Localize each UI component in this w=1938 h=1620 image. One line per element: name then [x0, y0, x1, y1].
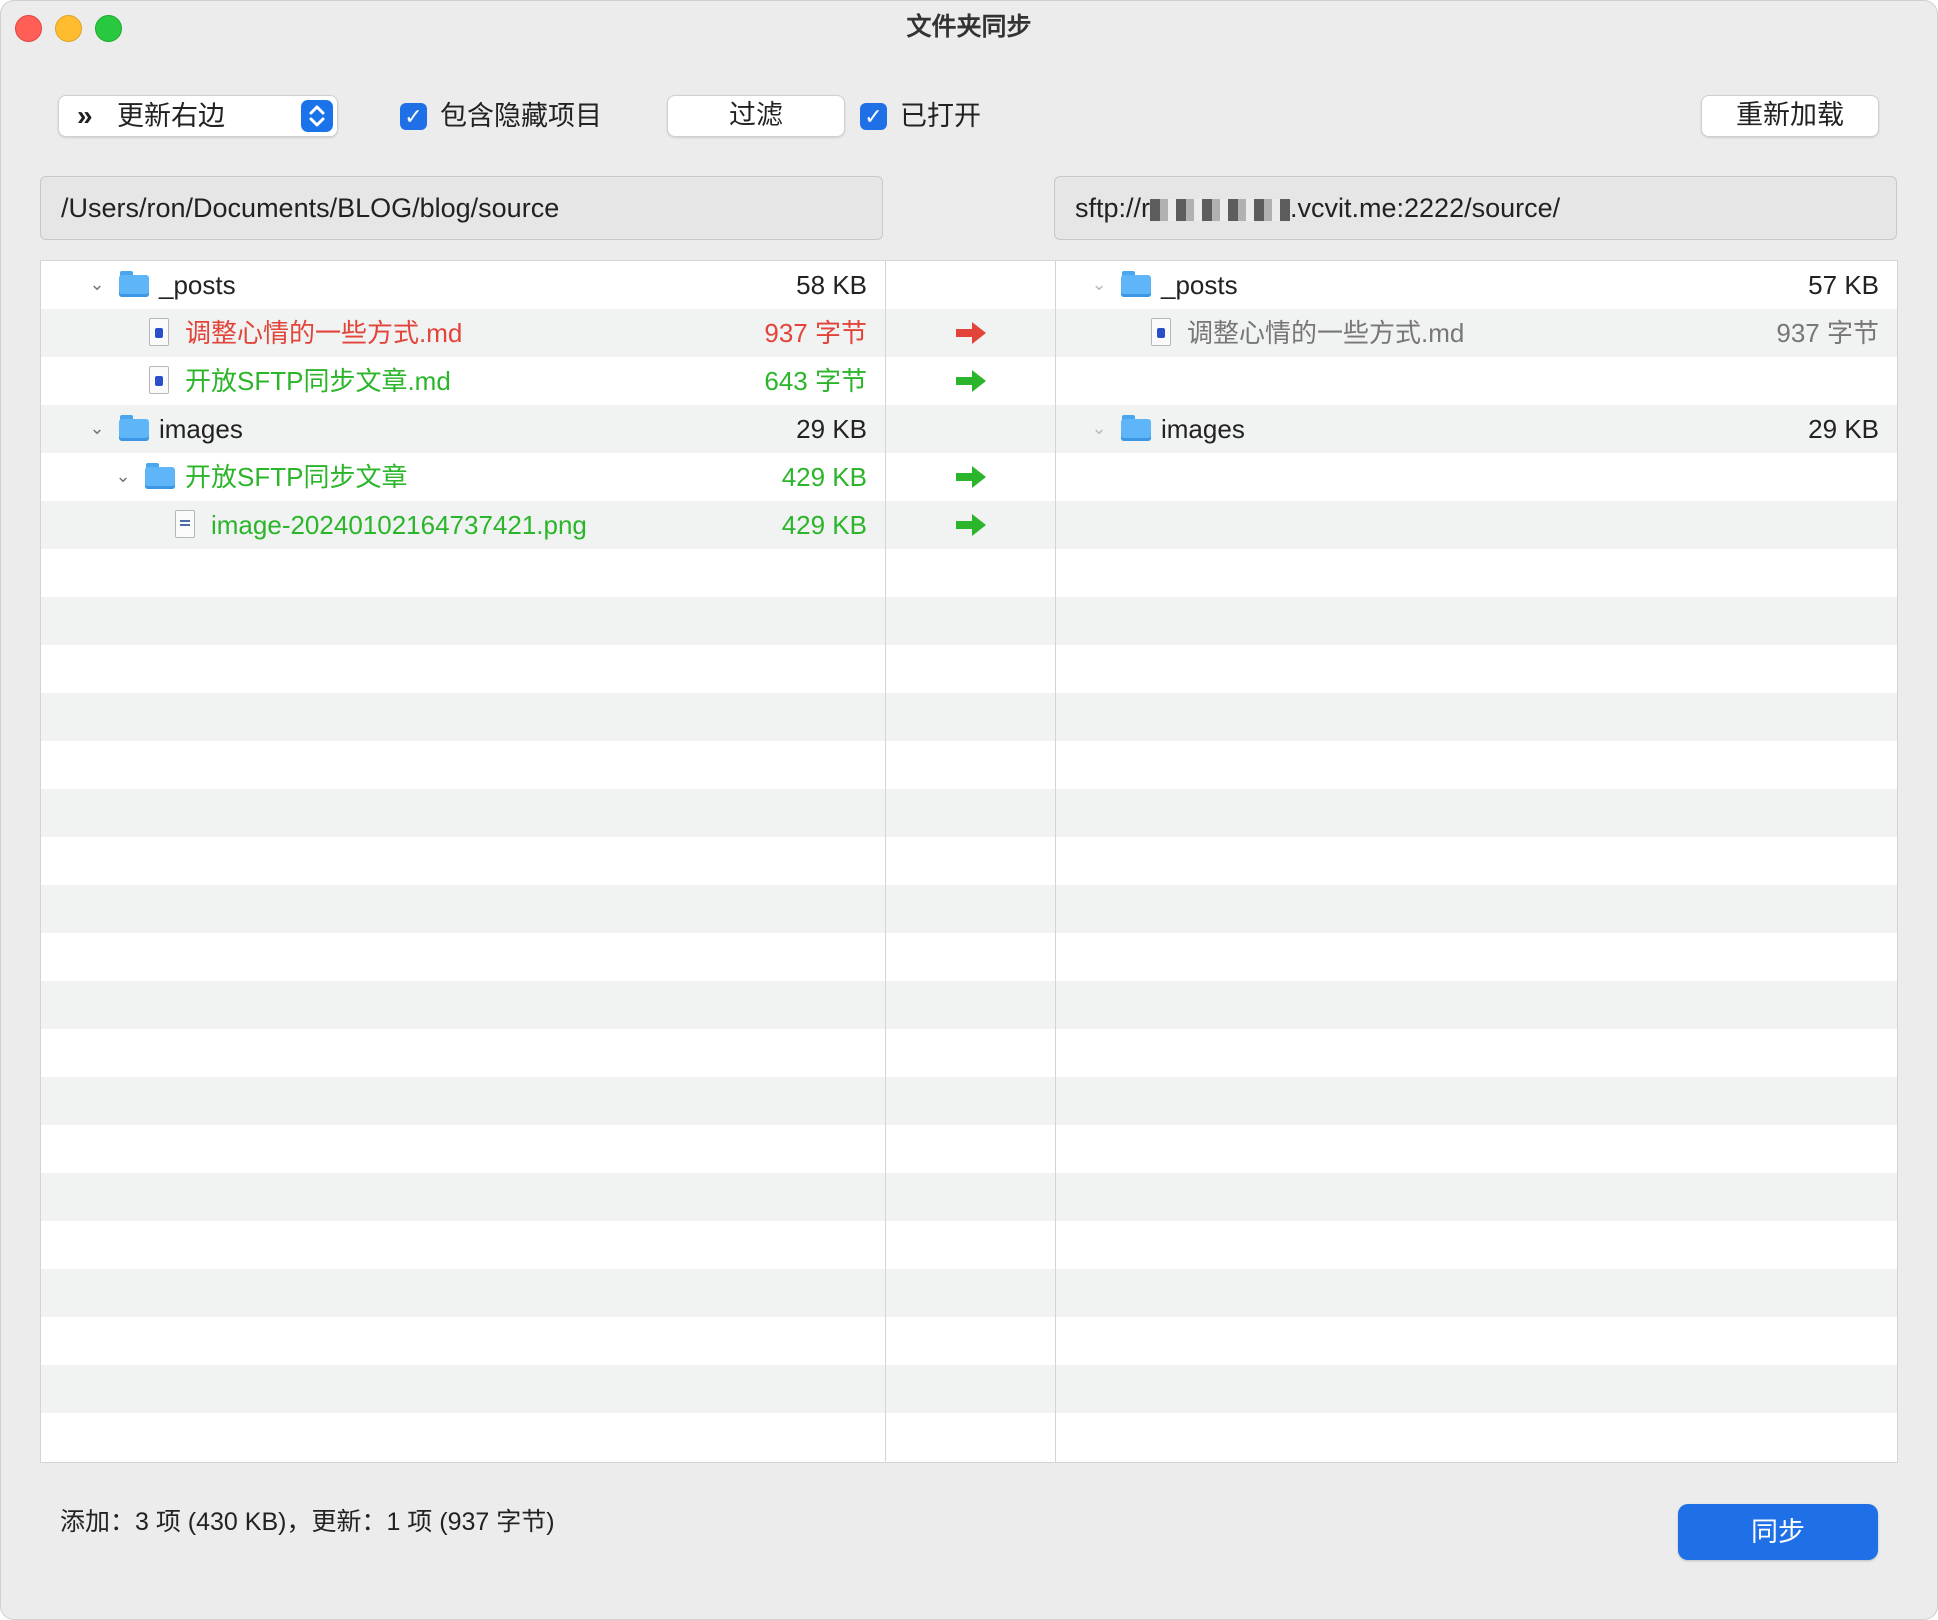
item-size: 937 字节 — [1776, 318, 1879, 348]
item-size: 643 字节 — [764, 366, 867, 396]
window-title: 文件夹同步 — [906, 13, 1032, 41]
file-row[interactable]: 调整心情的一些方式.md 937 字节 — [1056, 309, 1897, 357]
markdown-file-icon — [149, 366, 169, 394]
left-file-tree[interactable]: ⌄ _posts 58 KB 调整心情的一些方式.md 937 字节开放SFTP同步文章… — [40, 260, 886, 1463]
item-name: 开放SFTP同步文章.md — [185, 366, 451, 396]
filter-enabled-label: 已打开 — [900, 101, 981, 131]
folder-icon — [119, 271, 149, 297]
left-path-text: /Users/ron/Documents/BLOG/blog/source — [61, 193, 560, 223]
item-name: 开放SFTP同步文章 — [185, 462, 408, 492]
disclosure-chevron-icon[interactable]: ⌄ — [87, 418, 107, 438]
double-chevron-right-icon: » — [77, 100, 93, 131]
folder-row[interactable]: ⌄ _posts 58 KB — [41, 261, 885, 309]
right-file-tree[interactable]: ⌄ _posts 57 KB 调整心情的一些方式.md 937 字节 ⌄ images 29 … — [1055, 260, 1898, 1463]
markdown-file-icon — [149, 318, 169, 346]
item-name: image-20240102164737421.png — [211, 510, 587, 540]
right-path-field[interactable]: sftp://r .vcvit.me:2222/source/ — [1054, 176, 1897, 240]
disclosure-chevron-icon[interactable]: ⌄ — [1089, 418, 1109, 438]
include-hidden-label: 包含隐藏项目 — [440, 101, 602, 131]
sync-button[interactable]: 同步 — [1678, 1504, 1878, 1560]
folder-row[interactable]: ⌄ 开放SFTP同步文章 429 KB — [41, 453, 885, 501]
file-row[interactable]: 开放SFTP同步文章.md 643 字节 — [41, 357, 885, 405]
redacted-host — [1150, 198, 1291, 221]
filter-button[interactable]: 过滤 — [667, 95, 845, 137]
left-path-field[interactable]: /Users/ron/Documents/BLOG/blog/source — [40, 176, 883, 240]
folder-icon — [145, 463, 175, 489]
sync-mode-popup[interactable]: » 更新右边 — [58, 95, 338, 137]
copy-right-arrow-icon[interactable] — [954, 513, 988, 537]
markdown-file-icon — [1151, 318, 1171, 346]
sync-summary-status: 添加：3 项 (430 KB)，更新：1 项 (937 字节) — [60, 1508, 555, 1536]
copy-right-arrow-icon[interactable] — [954, 321, 988, 345]
reload-button[interactable]: 重新加载 — [1701, 95, 1879, 137]
folder-sync-window: 文件夹同步 » 更新右边 ✓ 包含隐藏项目 过滤 ✓ 已打开 重新加载 /Use… — [0, 0, 1938, 1620]
copy-right-arrow-icon[interactable] — [954, 369, 988, 393]
folder-icon — [1121, 271, 1151, 297]
item-name: _posts — [1161, 270, 1238, 300]
include-hidden-checkbox[interactable]: ✓ — [400, 103, 427, 130]
item-size: 429 KB — [781, 462, 867, 492]
item-size: 29 KB — [1808, 414, 1879, 444]
disclosure-chevron-icon[interactable]: ⌄ — [1089, 274, 1109, 294]
item-name: 调整心情的一些方式.md — [1187, 318, 1465, 348]
right-path-suffix: .vcvit.me:2222/source/ — [1290, 193, 1561, 223]
folder-row[interactable]: ⌄ _posts 57 KB — [1056, 261, 1897, 309]
folder-row[interactable]: ⌄ images 29 KB — [41, 405, 885, 453]
filter-enabled-checkbox[interactable]: ✓ — [860, 103, 887, 130]
item-name: images — [1161, 414, 1245, 444]
popup-stepper-icon — [301, 100, 333, 132]
disclosure-chevron-icon[interactable]: ⌄ — [87, 274, 107, 294]
file-row[interactable]: 调整心情的一些方式.md 937 字节 — [41, 309, 885, 357]
item-size: 29 KB — [796, 414, 867, 444]
item-name: 调整心情的一些方式.md — [185, 318, 463, 348]
item-size: 429 KB — [781, 510, 867, 540]
file-row[interactable]: image-20240102164737421.png 429 KB — [41, 501, 885, 549]
sync-action-column — [885, 260, 1056, 1463]
disclosure-chevron-icon[interactable]: ⌄ — [113, 466, 133, 486]
copy-right-arrow-icon[interactable] — [954, 465, 988, 489]
image-file-icon — [175, 510, 195, 538]
sync-mode-label: 更新右边 — [117, 101, 225, 131]
item-name: _posts — [159, 270, 236, 300]
item-size: 58 KB — [796, 270, 867, 300]
folder-row[interactable]: ⌄ images 29 KB — [1056, 405, 1897, 453]
item-name: images — [159, 414, 243, 444]
folder-icon — [1121, 415, 1151, 441]
folder-icon — [119, 415, 149, 441]
item-size: 57 KB — [1808, 270, 1879, 300]
item-size: 937 字节 — [764, 318, 867, 348]
right-path-prefix: sftp://r — [1075, 193, 1151, 223]
